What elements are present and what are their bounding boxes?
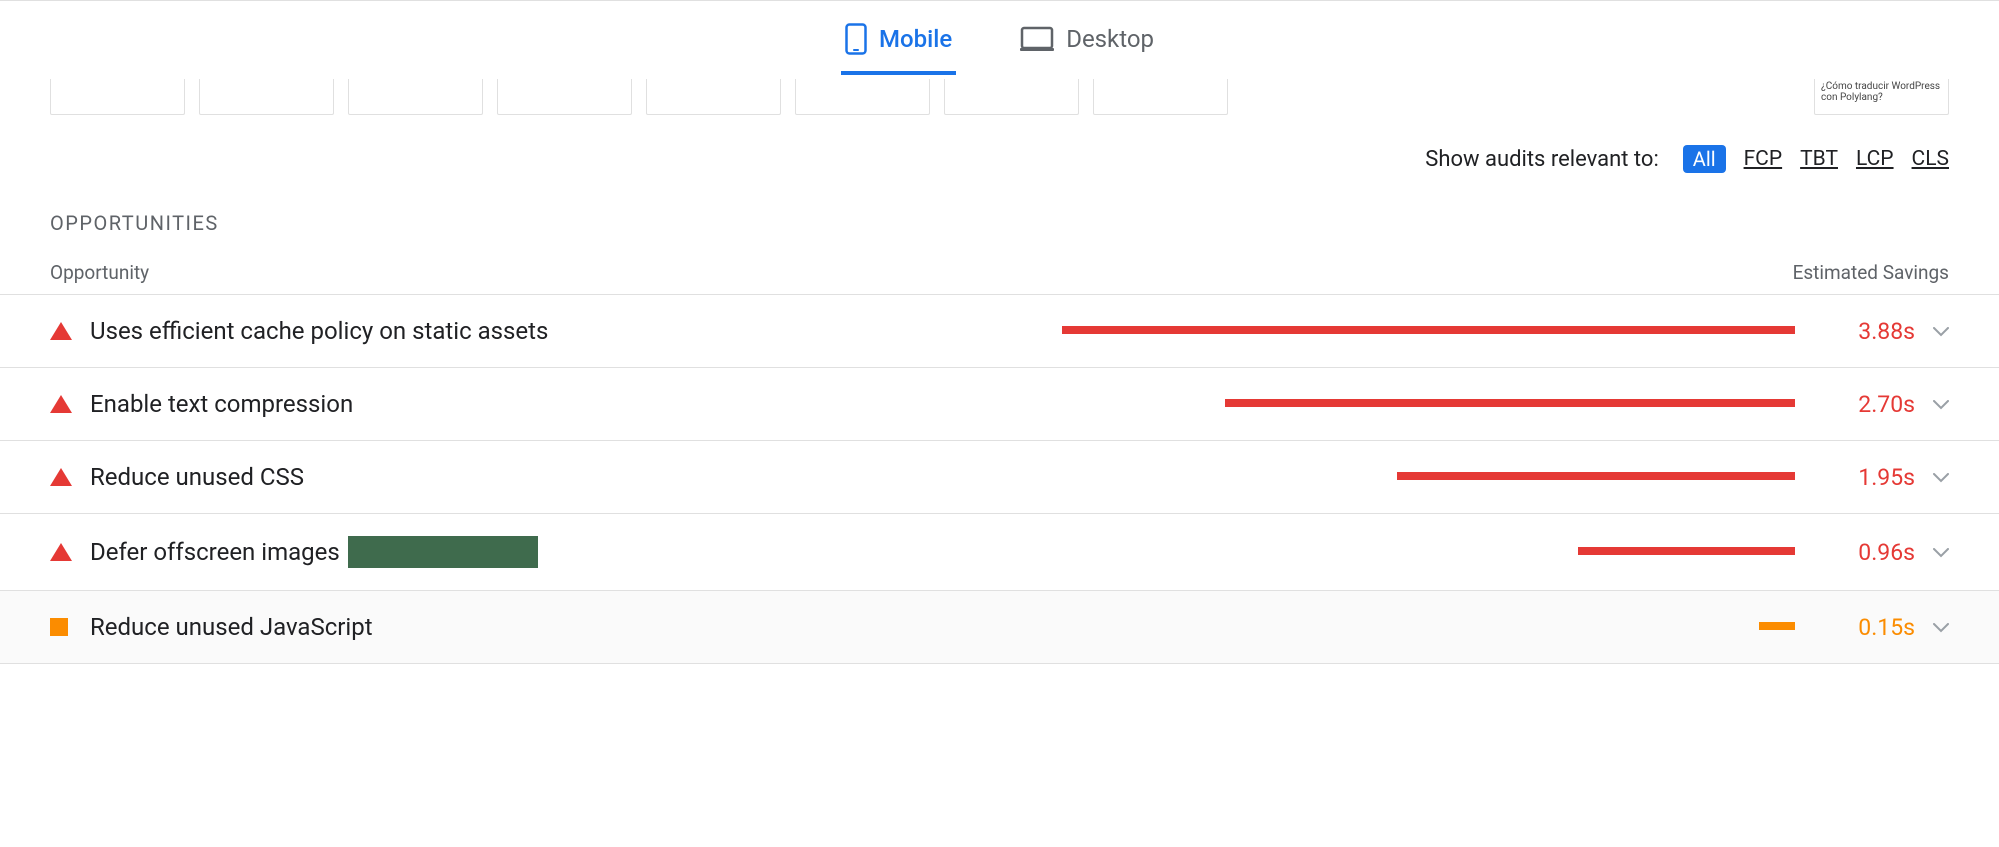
opportunity-row[interactable]: Enable text compression 2.70s (0, 368, 1999, 441)
thumbnail (50, 79, 185, 115)
opportunity-label: Reduce unused CSS (90, 463, 890, 491)
filter-all[interactable]: All (1683, 145, 1726, 173)
savings-bar-track (890, 399, 1795, 409)
filter-label: Show audits relevant to: (1425, 147, 1659, 172)
savings-bar-track (890, 326, 1795, 336)
thumbnail (1093, 79, 1228, 115)
filter-cls[interactable]: CLS (1912, 147, 1949, 171)
opportunity-label: Reduce unused JavaScript (90, 613, 890, 641)
thumbnail: ¿Cómo traducir WordPress con Polylang? (1814, 79, 1949, 115)
chevron-down-icon (1915, 467, 1949, 488)
opportunity-row[interactable]: Defer offscreen images 0.96s (0, 514, 1999, 591)
opportunity-row[interactable]: Reduce unused CSS 1.95s (0, 441, 1999, 514)
savings-bar (1225, 399, 1795, 407)
savings-value: 1.95s (1795, 464, 1915, 491)
chevron-down-icon (1915, 542, 1949, 563)
desktop-icon (1020, 26, 1054, 52)
triangle-fail-icon (50, 322, 72, 340)
column-estimated-savings: Estimated Savings (1729, 261, 1949, 284)
savings-bar (1397, 472, 1795, 480)
savings-bar-track (890, 472, 1795, 482)
chevron-down-icon (1915, 617, 1949, 638)
chevron-down-icon (1915, 321, 1949, 342)
tab-desktop-label: Desktop (1066, 25, 1154, 53)
savings-bar (1062, 326, 1795, 334)
thumbnail (348, 79, 483, 115)
thumbnail (497, 79, 632, 115)
filter-lcp[interactable]: LCP (1856, 147, 1894, 171)
mobile-icon (845, 23, 867, 55)
tab-mobile-label: Mobile (879, 25, 952, 53)
filter-fcp[interactable]: FCP (1744, 147, 1783, 171)
opportunities-table-header: Opportunity Estimated Savings (0, 247, 1999, 295)
opportunity-label: Uses efficient cache policy on static as… (90, 317, 890, 345)
opportunity-row[interactable]: Reduce unused JavaScript 0.15s (0, 591, 1999, 663)
opportunity-label: Enable text compression (90, 390, 890, 418)
thumbnail (199, 79, 334, 115)
opportunities-list: Uses efficient cache policy on static as… (0, 295, 1999, 663)
thumbnail (944, 79, 1079, 115)
opportunity-row[interactable]: Uses efficient cache policy on static as… (0, 295, 1999, 368)
savings-value: 2.70s (1795, 391, 1915, 418)
triangle-fail-icon (50, 468, 72, 486)
savings-bar (1759, 622, 1795, 630)
thumbnail (795, 79, 930, 115)
screenshot-thumbnails: ¿Cómo traducir WordPress con Polylang? (0, 79, 1999, 115)
savings-value: 0.15s (1795, 614, 1915, 641)
triangle-fail-icon (50, 543, 72, 561)
savings-value: 0.96s (1795, 539, 1915, 566)
tab-desktop[interactable]: Desktop (1016, 7, 1158, 73)
savings-bar (1578, 547, 1795, 555)
savings-value: 3.88s (1795, 318, 1915, 345)
triangle-fail-icon (50, 395, 72, 413)
tab-mobile[interactable]: Mobile (841, 5, 956, 75)
savings-bar-track (890, 622, 1795, 632)
filter-tbt[interactable]: TBT (1800, 147, 1838, 171)
audit-filter-row: Show audits relevant to: All FCP TBT LCP… (0, 115, 1999, 173)
opportunity-label: Defer offscreen images (90, 536, 890, 568)
thumbnail (646, 79, 781, 115)
redacted-block (348, 536, 538, 568)
square-warn-icon (50, 618, 68, 636)
device-tabs: Mobile Desktop (0, 1, 1999, 79)
column-opportunity: Opportunity (50, 261, 1729, 284)
savings-bar-track (890, 547, 1795, 557)
chevron-down-icon (1915, 394, 1949, 415)
section-heading-opportunities: OPPORTUNITIES (0, 173, 1999, 247)
